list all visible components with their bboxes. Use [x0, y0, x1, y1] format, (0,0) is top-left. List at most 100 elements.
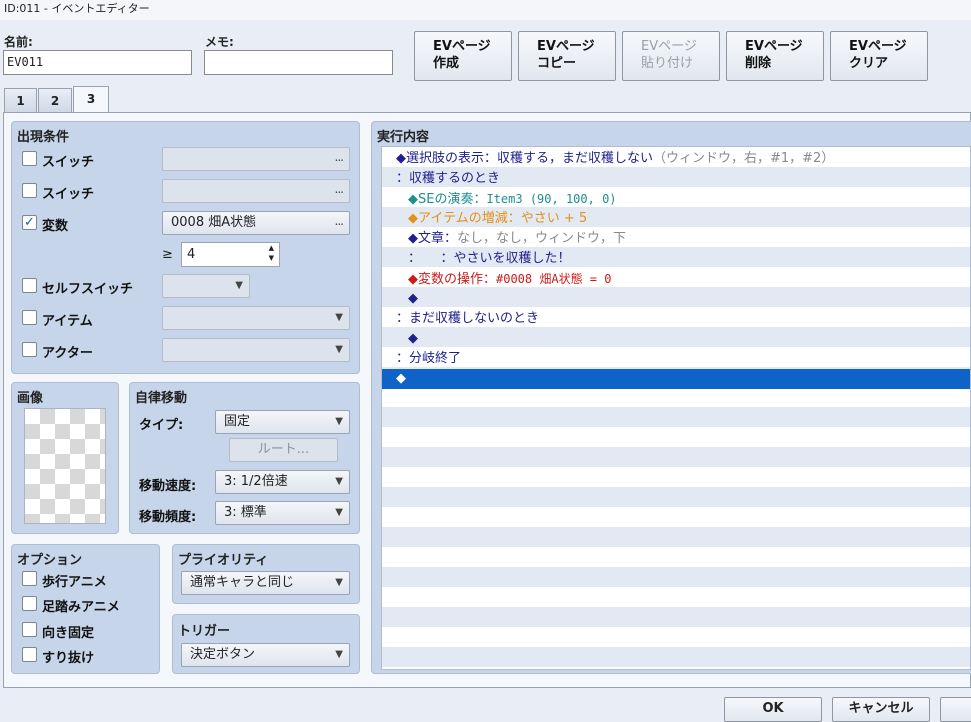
- ev-page-clear-button[interactable]: EVページ クリア: [830, 31, 928, 81]
- apply-button[interactable]: [940, 697, 971, 722]
- through-checkbox[interactable]: [22, 647, 37, 662]
- command-row[interactable]: ◆文章：なし，なし，ウィンドウ，下: [382, 229, 970, 249]
- name-label: 名前:: [4, 35, 33, 49]
- button-line2: クリア: [849, 56, 889, 71]
- button-line1: EVページ: [537, 39, 595, 54]
- tab-page-2[interactable]: 2: [38, 88, 72, 113]
- self-switch-select[interactable]: ▼: [162, 274, 250, 298]
- variable-amount: 4: [187, 247, 196, 262]
- command-params: なし，なし，ウィンドウ，下: [457, 231, 627, 246]
- variable-value: 0008 畑A状態: [171, 215, 257, 230]
- command-list[interactable]: ◆選択肢の表示：収穫する，まだ収穫しない（ウィンドウ，右，#1，#2） ：収穫する…: [381, 146, 971, 670]
- ev-page-create-button[interactable]: EVページ 作成: [414, 31, 512, 81]
- ev-page-copy-button[interactable]: EVページコピー: [518, 31, 616, 81]
- priority-value: 通常キャラと同じ: [190, 575, 295, 590]
- command-text: ：まだ収穫しないのとき: [396, 311, 540, 326]
- chevron-down-icon: ▼: [335, 416, 343, 427]
- self-switch-checkbox[interactable]: [22, 278, 37, 293]
- command-text: ◆選択肢の表示：収穫する，まだ収穫しない: [396, 151, 653, 166]
- command-row[interactable]: ◆変数の操作：#0008 畑A状態 = 0: [382, 269, 970, 289]
- switch2-label: スイッチ: [42, 187, 95, 202]
- chevron-down-icon: ▼: [335, 649, 343, 660]
- self-switch-label: セルフスイッチ: [42, 282, 134, 297]
- image-title: 画像: [17, 391, 44, 406]
- trigger-value: 決定ボタン: [190, 647, 256, 662]
- actor-select[interactable]: ▼: [162, 338, 350, 362]
- command-row[interactable]: ◆SEの演奏：Item3 (90, 100, 0): [382, 189, 970, 209]
- button-line2: コピー: [537, 56, 577, 71]
- chevron-down-icon: ▼: [335, 507, 343, 518]
- spin-up-icon[interactable]: ▲: [269, 244, 274, 252]
- command-row[interactable]: ：収穫するのとき: [382, 169, 970, 189]
- command-row[interactable]: ：まだ収穫しないのとき: [382, 309, 970, 329]
- tab-page-3[interactable]: 3: [73, 86, 109, 113]
- ellipsis-icon: ...: [334, 214, 345, 228]
- command-params: Item3 (90, 100, 0): [486, 192, 617, 206]
- move-speed-select[interactable]: 3: 1/2倍速 ▼: [215, 470, 350, 494]
- name-input[interactable]: EV011: [3, 50, 192, 75]
- through-label: すり抜け: [42, 651, 95, 666]
- move-frequency-select[interactable]: 3: 標準 ▼: [215, 501, 350, 525]
- move-type-select[interactable]: 固定 ▼: [215, 410, 350, 434]
- item-checkbox[interactable]: [22, 310, 37, 325]
- autonomous-title: 自律移動: [135, 391, 188, 406]
- switch1-checkbox[interactable]: [22, 151, 37, 166]
- switch2-field[interactable]: ...: [162, 179, 350, 203]
- command-text: ◆: [408, 331, 418, 346]
- stepping-anime-label: 足踏みアニメ: [42, 600, 120, 615]
- actor-checkbox[interactable]: [22, 342, 37, 357]
- button-line2: 削除: [745, 56, 772, 71]
- spin-down-icon[interactable]: ▼: [269, 254, 274, 262]
- walking-anime-checkbox[interactable]: [22, 571, 37, 586]
- button-line2: 貼り付け: [641, 56, 694, 71]
- chevron-down-icon: ▼: [335, 312, 343, 323]
- move-speed-value: 3: 1/2倍速: [224, 474, 288, 489]
- direction-fix-checkbox[interactable]: [22, 622, 37, 637]
- command-text: ◆SEの演奏：: [408, 192, 487, 207]
- check-icon: ✓: [24, 215, 35, 230]
- event-image-preview[interactable]: [24, 408, 106, 524]
- switch2-checkbox[interactable]: [22, 183, 37, 198]
- variable-field[interactable]: 0008 畑A状態...: [162, 211, 350, 235]
- move-frequency-value: 3: 標準: [224, 505, 267, 520]
- conditions-title: 出現条件: [17, 130, 70, 145]
- stepping-anime-checkbox[interactable]: [22, 596, 37, 611]
- command-text: ◆アイテムの増減：やさい + 5: [408, 211, 588, 226]
- priority-title: プライオリティ: [178, 553, 269, 568]
- variable-operator: ≥: [162, 247, 173, 262]
- trigger-select[interactable]: 決定ボタン ▼: [181, 643, 350, 667]
- chevron-down-icon: ▼: [235, 280, 243, 291]
- command-row[interactable]: ◆: [382, 289, 970, 309]
- button-line1: EVページ: [433, 39, 491, 54]
- item-select[interactable]: ▼: [162, 306, 350, 330]
- ellipsis-icon: ...: [334, 182, 345, 196]
- variable-amount-spinner[interactable]: 4 ▲ ▼: [181, 242, 280, 267]
- switch1-field[interactable]: ...: [162, 147, 350, 171]
- command-row[interactable]: ◆: [382, 369, 970, 389]
- variable-checkbox[interactable]: ✓: [22, 215, 37, 230]
- command-row[interactable]: ◆アイテムの増減：やさい + 5: [382, 209, 970, 229]
- route-button[interactable]: ルート...: [229, 438, 338, 462]
- item-label: アイテム: [42, 314, 93, 329]
- ev-page-paste-button[interactable]: EVページ 貼り付け: [622, 31, 720, 81]
- command-row[interactable]: ◆: [382, 329, 970, 349]
- tab-page-1[interactable]: 1: [4, 88, 37, 113]
- move-frequency-label: 移動頻度:: [139, 510, 197, 525]
- ev-page-delete-button[interactable]: EVページ削除: [726, 31, 824, 81]
- command-row[interactable]: ◆選択肢の表示：収穫する，まだ収穫しない（ウィンドウ，右，#1，#2）: [382, 149, 970, 169]
- command-row[interactable]: ：分岐終了: [382, 349, 970, 369]
- switch1-label: スイッチ: [42, 155, 95, 170]
- command-row[interactable]: ： ：やさいを収穫した！: [382, 249, 970, 269]
- command-text: ： ：やさいを収穫した！: [408, 251, 571, 266]
- window-title: ID:011 - イベントエディター: [4, 2, 150, 15]
- memo-input[interactable]: [204, 50, 393, 75]
- button-line1: EVページ: [745, 39, 803, 54]
- priority-select[interactable]: 通常キャラと同じ ▼: [181, 571, 350, 595]
- ok-button[interactable]: OK: [724, 697, 822, 722]
- variable-label: 変数: [42, 219, 69, 234]
- cancel-button[interactable]: キャンセル: [832, 697, 930, 722]
- command-params: （ウィンドウ，右，#1，#2）: [653, 151, 835, 166]
- command-text: ◆変数の操作：: [408, 272, 496, 287]
- memo-label: メモ:: [205, 35, 234, 49]
- ellipsis-icon: ...: [334, 150, 345, 164]
